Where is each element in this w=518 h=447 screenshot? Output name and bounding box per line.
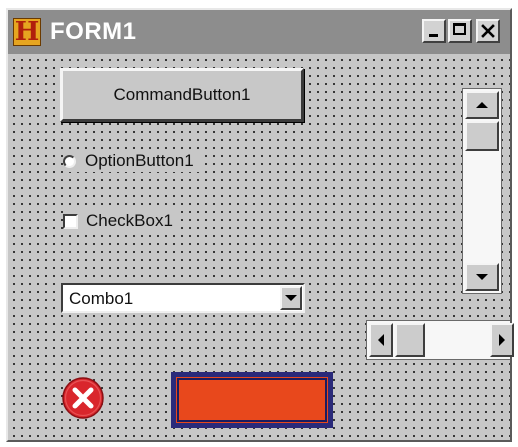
maximize-button[interactable] (448, 19, 472, 43)
shape-rectangle[interactable] (171, 372, 333, 428)
check-box[interactable]: CheckBox1 (63, 210, 179, 232)
form-design-surface[interactable]: CommandButton1 OptionButton1 CheckBox1 C… (8, 54, 514, 440)
scroll-left-button[interactable] (369, 323, 393, 357)
option-button-label: OptionButton1 (85, 151, 194, 170)
vertical-scrollbar[interactable] (462, 88, 502, 294)
arrow-right-icon (499, 334, 505, 346)
arrow-left-icon (378, 334, 384, 346)
checkbox-icon[interactable] (63, 213, 78, 229)
check-box-label: CheckBox1 (86, 211, 173, 230)
command-button[interactable]: CommandButton1 (60, 68, 304, 122)
minimize-button[interactable] (422, 19, 446, 43)
vertical-scroll-thumb[interactable] (465, 121, 499, 151)
scroll-right-button[interactable] (490, 323, 514, 357)
combo-box-value: Combo1 (69, 289, 134, 308)
scroll-up-button[interactable] (465, 91, 499, 119)
option-button[interactable]: OptionButton1 (63, 150, 200, 172)
chevron-down-icon (285, 295, 297, 301)
close-icon (481, 24, 495, 38)
h-app-icon[interactable]: H (13, 18, 41, 46)
combo-dropdown-button[interactable] (280, 286, 302, 310)
horizontal-scroll-thumb[interactable] (395, 323, 425, 357)
form-window: H FORM1 CommandButton1 OptionButton1 Che… (6, 8, 514, 442)
arrow-down-icon (476, 274, 488, 280)
radio-icon[interactable] (63, 154, 76, 168)
window-title: FORM1 (50, 18, 137, 45)
horizontal-scrollbar[interactable] (366, 320, 514, 360)
error-x-icon[interactable] (61, 376, 105, 420)
shape-inner-border (177, 378, 327, 422)
scroll-down-button[interactable] (465, 263, 499, 291)
close-button[interactable] (476, 19, 500, 43)
arrow-up-icon (476, 102, 488, 108)
combo-box[interactable]: Combo1 (61, 283, 305, 313)
command-button-label: CommandButton1 (113, 85, 251, 104)
title-bar[interactable]: H FORM1 (8, 10, 510, 54)
